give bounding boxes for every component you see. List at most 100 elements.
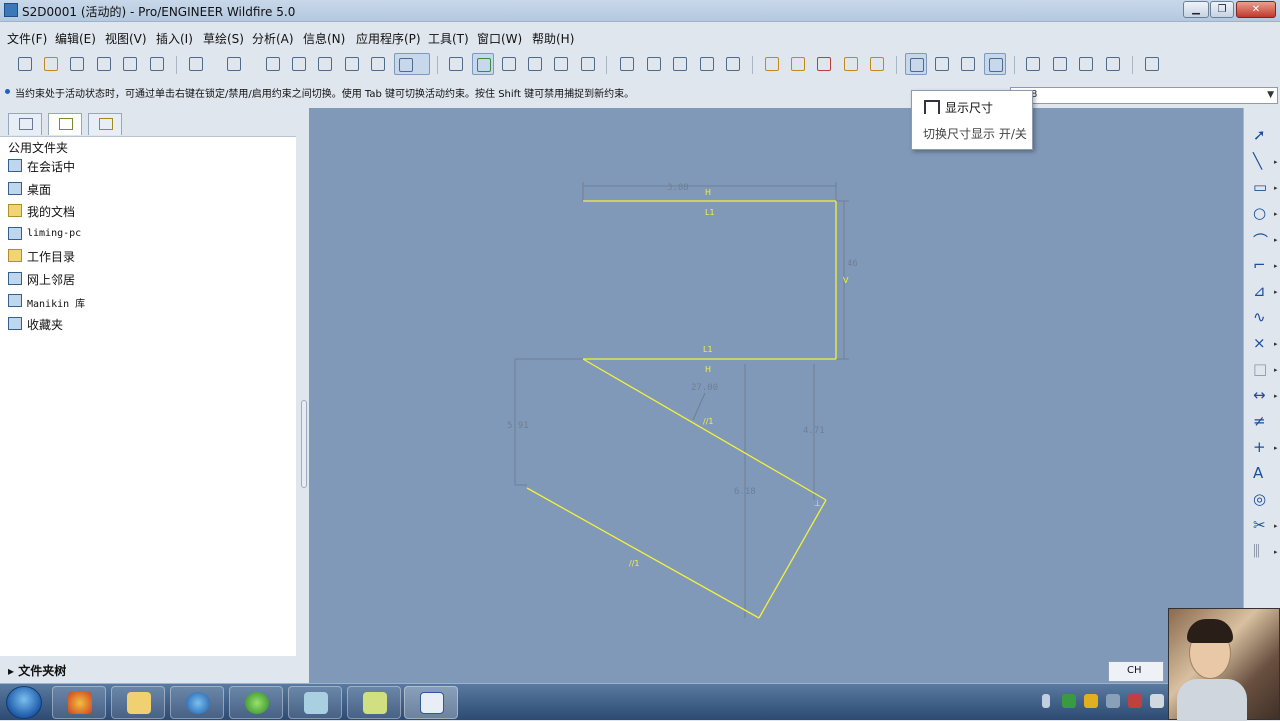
sketch-line-icon[interactable] (472, 53, 494, 75)
nav-item-manikin-library[interactable]: Manikin 库 (8, 291, 288, 311)
chamfer-tool-icon[interactable]: ⊿ ▸ (1250, 282, 1278, 304)
hidden-line-icon[interactable] (643, 53, 665, 75)
shade-closed-icon[interactable] (1022, 53, 1044, 75)
display-dimensions-icon[interactable] (905, 53, 927, 75)
dim-mid-height[interactable]: 6.18 (734, 487, 756, 497)
filter-dropdown[interactable]: 8 ▼ (1010, 87, 1278, 104)
menu-edit[interactable]: 编辑(E) (55, 30, 96, 47)
spline-tool-icon[interactable]: ∿ (1250, 308, 1272, 330)
menu-analysis[interactable]: 分析(A) (252, 30, 294, 47)
maximize-button[interactable]: ❐ (1210, 1, 1234, 18)
graphics-window[interactable]: 3.88 46 27.00 5.91 6.18 4.71 H L1 V L1 H… (309, 108, 1243, 683)
rectangle-tool-icon[interactable]: ▭ ▸ (1250, 178, 1278, 200)
nav-item-favorites[interactable]: 收藏夹 (8, 314, 288, 334)
feature-requirements-icon[interactable] (1102, 53, 1124, 75)
use-edge-tool-icon[interactable]: □ ▸ (1250, 360, 1278, 382)
tab-favorites[interactable] (88, 113, 122, 135)
paste-icon[interactable] (314, 53, 336, 75)
close-button[interactable]: ✕ (1236, 1, 1276, 18)
zoom-out-icon[interactable] (550, 53, 572, 75)
folder-tree-toggle[interactable]: ▸ 文件夹树 (8, 662, 66, 679)
circle-tool-icon[interactable]: ○ ▸ (1250, 204, 1278, 226)
zoom-window-icon[interactable] (498, 53, 520, 75)
tray-expand-icon[interactable] (1042, 694, 1050, 708)
taskbar-app-1[interactable] (52, 686, 106, 719)
taskbar-viewer[interactable] (288, 686, 342, 719)
taskbar-notes[interactable] (347, 686, 401, 719)
sketcher-diagnostics-icon[interactable] (1141, 53, 1163, 75)
datum-plane-icon[interactable] (761, 53, 783, 75)
taskbar-proe[interactable] (404, 686, 458, 719)
menu-insert[interactable]: 插入(I) (156, 30, 193, 47)
nav-item-computer[interactable]: liming-pc (8, 224, 288, 244)
taskbar-ie[interactable] (170, 686, 224, 719)
menu-applications[interactable]: 应用程序(P) (356, 30, 421, 47)
coordinate-system-icon[interactable] (840, 53, 862, 75)
tab-model-tree[interactable] (8, 113, 42, 135)
panel-splitter[interactable] (301, 400, 307, 488)
constraint-tool-icon[interactable]: + ▸ (1250, 438, 1278, 460)
email-link-icon[interactable] (146, 53, 168, 75)
datum-axis-icon[interactable] (787, 53, 809, 75)
menu-view[interactable]: 视图(V) (105, 30, 147, 47)
menu-window[interactable]: 窗口(W) (477, 30, 522, 47)
mirror-tool-icon[interactable]: ⫼ ▸ (1250, 542, 1278, 564)
nav-item-network[interactable]: 网上邻居 (8, 269, 288, 289)
copy-icon[interactable] (288, 53, 310, 75)
taskbar-tool[interactable] (229, 686, 283, 719)
menu-file[interactable]: 文件(F) (7, 30, 47, 47)
dim-right-height[interactable]: 46 (847, 259, 858, 269)
taskbar-explorer[interactable] (111, 686, 165, 719)
display-grid-icon[interactable] (957, 53, 979, 75)
line-tool-icon[interactable]: ╲ ▸ (1250, 152, 1278, 174)
dimension-tool-icon[interactable]: ↔ ▸ (1250, 386, 1278, 408)
point-tool-icon[interactable]: × ▸ (1250, 334, 1278, 356)
nav-item-my-documents[interactable]: 我的文档 (8, 201, 288, 221)
shading-icon[interactable] (696, 53, 718, 75)
modify-tool-icon[interactable]: ≠ (1250, 412, 1272, 434)
alert-icon[interactable] (1128, 694, 1142, 708)
network-tray-icon[interactable] (1106, 694, 1120, 708)
print-icon[interactable] (93, 53, 115, 75)
zoom-in-icon[interactable] (524, 53, 546, 75)
menu-info[interactable]: 信息(N) (303, 30, 345, 47)
open-file-icon[interactable] (40, 53, 62, 75)
dim-right-vertical[interactable]: 4.71 (803, 426, 825, 436)
fillet-tool-icon[interactable]: ⌐ ▸ (1250, 256, 1278, 278)
chevron-down-icon[interactable]: ▼ (1267, 90, 1274, 100)
display-vertices-icon[interactable] (984, 53, 1006, 75)
new-file-icon[interactable] (14, 53, 36, 75)
trim-tool-icon[interactable]: ✂ ▸ (1250, 516, 1278, 538)
sketch-orientation-icon[interactable] (445, 53, 467, 75)
refit-icon[interactable] (577, 53, 599, 75)
model-tree-icon[interactable] (722, 53, 744, 75)
shield-icon[interactable] (1062, 694, 1076, 708)
save-icon[interactable] (66, 53, 88, 75)
email-icon[interactable] (119, 53, 141, 75)
regenerate-icon[interactable] (367, 53, 389, 75)
menu-tools[interactable]: 工具(T) (428, 30, 469, 47)
sketch-geometry[interactable] (526, 200, 837, 619)
annotation-icon[interactable] (866, 53, 888, 75)
tab-folder-browser[interactable] (48, 113, 82, 135)
wireframe-icon[interactable] (616, 53, 638, 75)
undo-icon[interactable] (185, 53, 207, 75)
paste-special-icon[interactable] (341, 53, 363, 75)
sketch-canvas[interactable]: 3.88 46 27.00 5.91 6.18 4.71 H L1 V L1 H… (309, 108, 1243, 683)
nav-item-desktop[interactable]: 桌面 (8, 179, 288, 199)
cut-icon[interactable] (262, 53, 284, 75)
minimize-button[interactable]: ▁ (1183, 1, 1209, 18)
arc-tool-icon[interactable]: ⌒ ▸ (1250, 230, 1278, 252)
update-icon[interactable] (1084, 694, 1098, 708)
nav-item-working-directory[interactable]: 工作目录 (8, 246, 288, 266)
overlap-geometry-icon[interactable] (1049, 53, 1071, 75)
dim-top-width[interactable]: 3.88 (667, 183, 689, 193)
datum-point-icon[interactable] (813, 53, 835, 75)
display-constraints-icon[interactable] (931, 53, 953, 75)
selection-filter-icon[interactable] (394, 53, 430, 75)
start-button[interactable] (6, 686, 42, 719)
open-ends-icon[interactable] (1075, 53, 1097, 75)
dim-angle[interactable]: 27.00 (691, 383, 718, 393)
dim-left-height[interactable]: 5.91 (507, 421, 529, 431)
redo-icon[interactable] (223, 53, 245, 75)
